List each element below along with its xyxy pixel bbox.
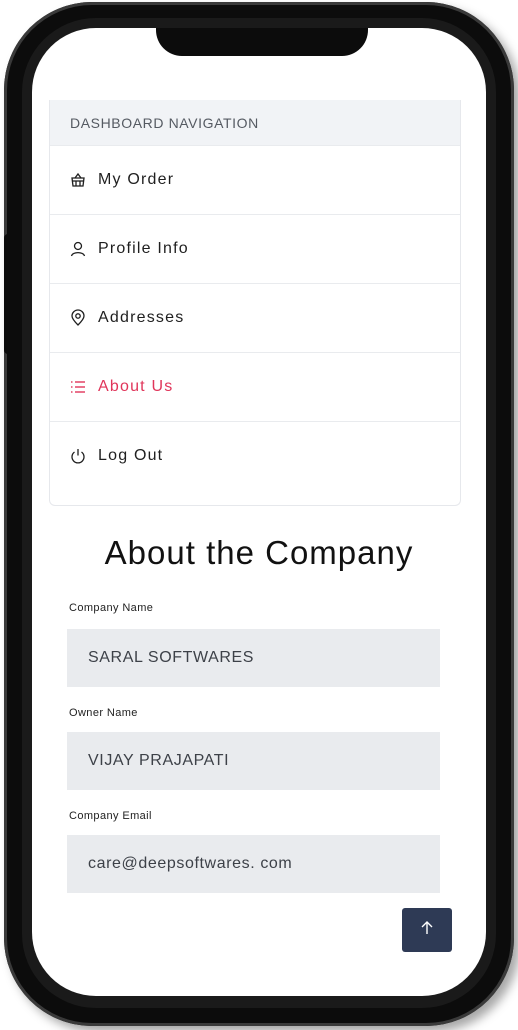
owner-name-label: Owner Name: [69, 707, 138, 719]
nav-item-about-us[interactable]: About Us: [50, 352, 460, 421]
scroll-to-top-button[interactable]: [402, 908, 452, 952]
nav-item-label: Addresses: [98, 309, 185, 326]
dashboard-navigation-header: DASHBOARD NAVIGATION: [50, 100, 460, 145]
power-icon: [69, 447, 87, 465]
nav-item-label: Profile Info: [98, 240, 189, 257]
phone-side-button: [4, 234, 12, 354]
company-name-label: Company Name: [69, 602, 154, 614]
about-company-title: About the Company: [104, 534, 414, 571]
owner-name-field[interactable]: VIJAY PRAJAPATI: [67, 732, 440, 790]
phone-screen: DASHBOARD NAVIGATION My Order Profile In…: [32, 28, 486, 996]
company-email-field[interactable]: care@deepsoftwares. com: [67, 835, 440, 893]
user-icon: [69, 240, 87, 258]
nav-item-my-order[interactable]: My Order: [50, 145, 460, 214]
company-name-field[interactable]: SARAL SOFTWARES: [67, 629, 440, 687]
location-pin-icon: [69, 309, 87, 327]
nav-item-label: Log Out: [98, 447, 164, 464]
dashboard-navigation: DASHBOARD NAVIGATION My Order Profile In…: [49, 100, 461, 506]
arrow-up-icon: [419, 920, 435, 940]
list-icon: [69, 378, 87, 396]
nav-item-log-out[interactable]: Log Out: [50, 421, 460, 490]
company-email-label: Company Email: [69, 810, 152, 822]
nav-item-addresses[interactable]: Addresses: [50, 283, 460, 352]
basket-icon: [69, 171, 87, 189]
nav-item-profile-info[interactable]: Profile Info: [50, 214, 460, 283]
phone-frame: DASHBOARD NAVIGATION My Order Profile In…: [4, 2, 514, 1026]
nav-item-label: About Us: [98, 378, 174, 395]
page-content: DASHBOARD NAVIGATION My Order Profile In…: [32, 28, 486, 996]
nav-item-label: My Order: [98, 171, 175, 188]
